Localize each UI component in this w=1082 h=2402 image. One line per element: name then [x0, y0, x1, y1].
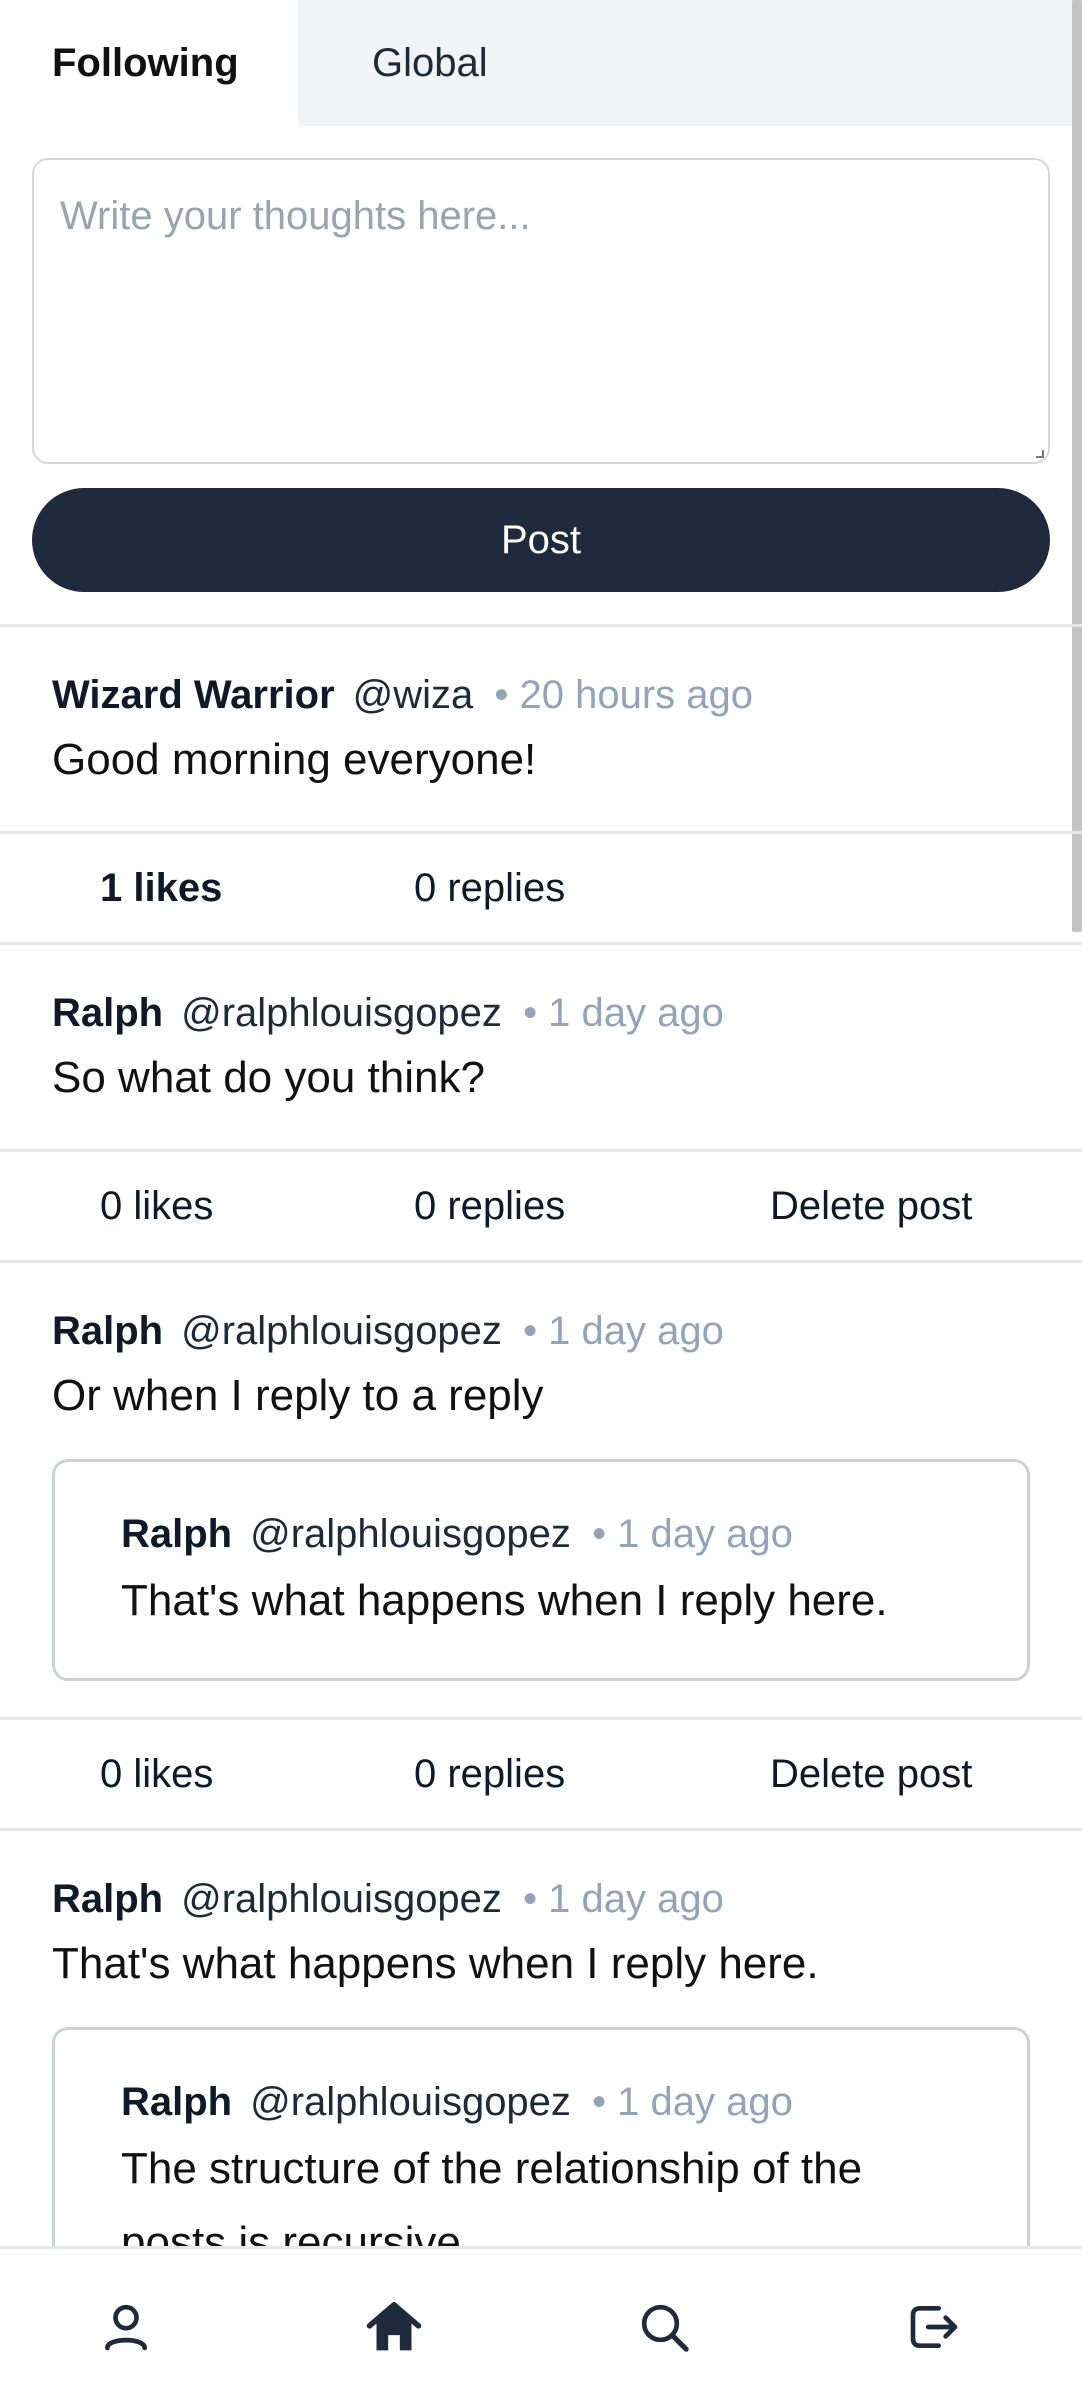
tab-following[interactable]: Following: [0, 0, 298, 126]
author-handle[interactable]: @wiza: [353, 673, 474, 717]
post-header: Ralph @ralphlouisgopez • 1 day ago: [52, 1871, 1030, 1927]
like-button[interactable]: 1 likes: [100, 834, 222, 942]
post-composer-textarea[interactable]: Write your thoughts here...: [32, 158, 1050, 464]
composer-placeholder: Write your thoughts here...: [60, 194, 531, 238]
quoted-post-header: Ralph @ralphlouisgopez • 1 day ago: [121, 2074, 937, 2130]
author-name[interactable]: Ralph: [121, 2080, 232, 2124]
author-handle[interactable]: @ralphlouisgopez: [181, 1309, 502, 1353]
post-actions: 1 likes 0 replies: [0, 834, 1082, 942]
post-button[interactable]: Post: [32, 488, 1050, 592]
quoted-post[interactable]: Ralph @ralphlouisgopez • 1 day ago That's…: [52, 1459, 1030, 1681]
post-time: • 1 day ago: [523, 1309, 724, 1353]
post-text: Or when I reply to a reply: [52, 1371, 544, 1420]
post-item[interactable]: Ralph @ralphlouisgopez • 1 day ago So wha…: [0, 945, 1082, 1263]
post-body: Ralph @ralphlouisgopez • 1 day ago Or whe…: [0, 1263, 1082, 1717]
post-item[interactable]: Wizard Warrior @wiza • 20 hours ago Good …: [0, 627, 1082, 945]
author-name[interactable]: Ralph: [52, 1877, 163, 1921]
author-handle[interactable]: @ralphlouisgopez: [181, 1877, 502, 1921]
delete-post-button[interactable]: Delete post: [770, 1720, 972, 1828]
post-time: • 20 hours ago: [494, 673, 754, 717]
replies-button[interactable]: 0 replies: [414, 1720, 565, 1828]
tab-global[interactable]: Global: [298, 0, 1082, 126]
post-text: That's what happens when I reply here.: [52, 1939, 819, 1988]
like-button[interactable]: 0 likes: [100, 1152, 213, 1260]
post-body: Ralph @ralphlouisgopez • 1 day ago So wha…: [0, 945, 1082, 1149]
post-time: • 1 day ago: [592, 1512, 793, 1556]
feed-tabs: Following Global: [0, 0, 1082, 126]
post-header: Ralph @ralphlouisgopez • 1 day ago: [52, 1303, 1030, 1359]
author-handle[interactable]: @ralphlouisgopez: [181, 991, 502, 1035]
post-header: Ralph @ralphlouisgopez • 1 day ago: [52, 985, 1030, 1041]
author-handle[interactable]: @ralphlouisgopez: [250, 2080, 571, 2124]
search-icon[interactable]: [636, 2299, 692, 2355]
post-text: Good morning everyone!: [52, 735, 537, 784]
post-actions: 0 likes 0 replies Delete post: [0, 1720, 1082, 1828]
post-actions: 0 likes 0 replies Delete post: [0, 1152, 1082, 1260]
author-name[interactable]: Ralph: [52, 1309, 163, 1353]
like-button[interactable]: 0 likes: [100, 1720, 213, 1828]
post-item[interactable]: Ralph @ralphlouisgopez • 1 day ago Or whe…: [0, 1263, 1082, 1831]
resize-handle[interactable]: [1036, 450, 1044, 458]
author-name[interactable]: Wizard Warrior: [52, 673, 335, 717]
post-feed: Wizard Warrior @wiza • 20 hours ago Good …: [0, 624, 1082, 2323]
home-icon[interactable]: [366, 2299, 422, 2355]
author-handle[interactable]: @ralphlouisgopez: [250, 1512, 571, 1556]
bottom-navigation: [0, 2246, 1082, 2402]
post-text: So what do you think?: [52, 1053, 485, 1102]
post-body: Wizard Warrior @wiza • 20 hours ago Good …: [0, 627, 1082, 831]
post-time: • 1 day ago: [523, 1877, 724, 1921]
user-icon[interactable]: [98, 2299, 154, 2355]
delete-post-button[interactable]: Delete post: [770, 1152, 972, 1260]
quoted-post-header: Ralph @ralphlouisgopez • 1 day ago: [121, 1506, 963, 1562]
post-header: Wizard Warrior @wiza • 20 hours ago: [52, 667, 1030, 723]
logout-icon[interactable]: [906, 2299, 962, 2355]
replies-button[interactable]: 0 replies: [414, 834, 565, 942]
author-name[interactable]: Ralph: [52, 991, 163, 1035]
author-name[interactable]: Ralph: [121, 1512, 232, 1556]
replies-button[interactable]: 0 replies: [414, 1152, 565, 1260]
post-time: • 1 day ago: [523, 991, 724, 1035]
post-time: • 1 day ago: [592, 2080, 793, 2124]
quoted-post-text: That's what happens when I reply here.: [121, 1576, 888, 1625]
